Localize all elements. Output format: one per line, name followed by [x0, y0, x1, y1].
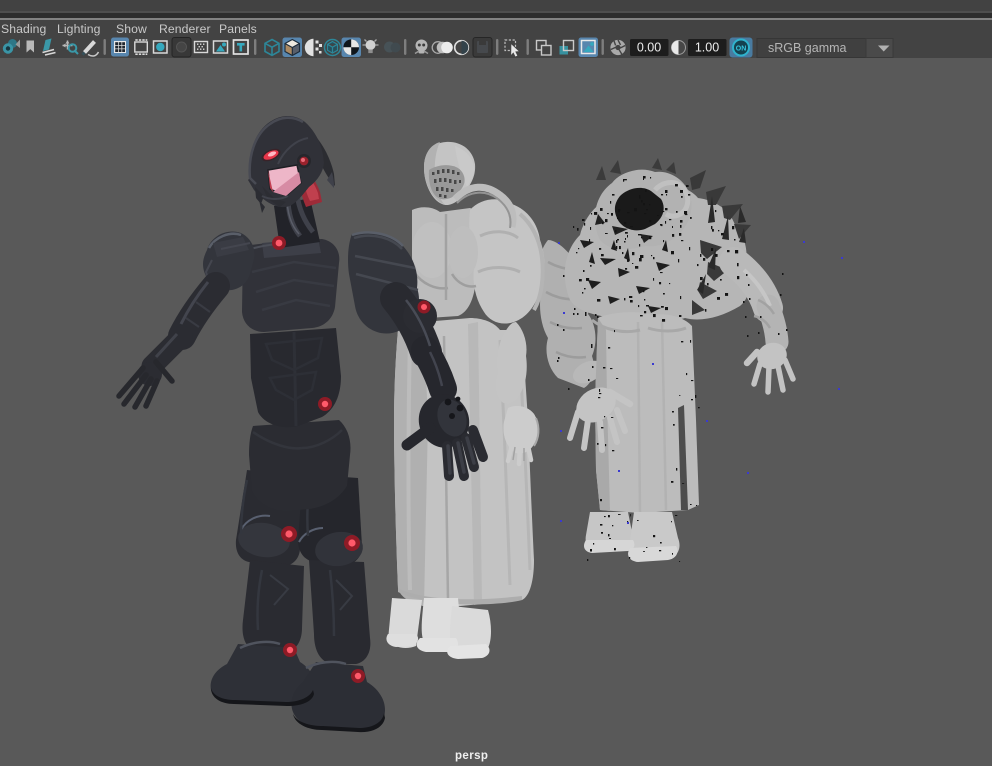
svg-text:1.00: 1.00 — [695, 41, 719, 55]
svg-text:0.00: 0.00 — [637, 41, 661, 55]
svg-text:sRGB gamma: sRGB gamma — [768, 41, 847, 55]
svg-text:ON: ON — [736, 45, 747, 52]
